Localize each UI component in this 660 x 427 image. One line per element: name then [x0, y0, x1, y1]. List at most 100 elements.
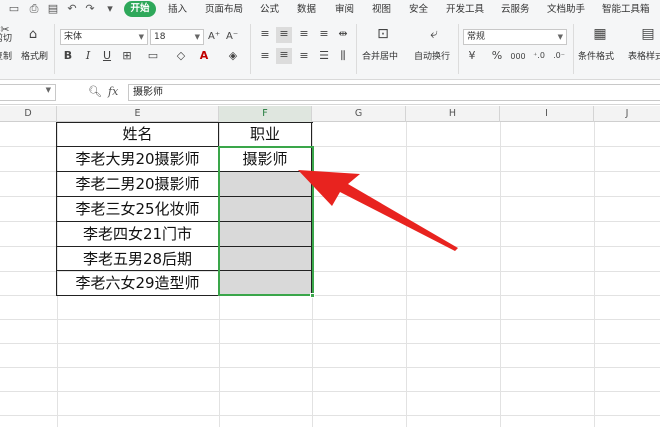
chevron-down-icon: ▼	[557, 33, 563, 41]
name-cell[interactable]: 李老三女25化妆师	[57, 197, 219, 222]
format-painter-icon[interactable]: ⌂	[26, 28, 40, 42]
fill-handle[interactable]	[310, 293, 315, 298]
tab-data[interactable]: 数据	[297, 3, 316, 16]
merge-center-button[interactable]: 合并居中	[362, 52, 398, 63]
tab-view[interactable]: 视图	[372, 3, 391, 16]
tab-developer[interactable]: 开发工具	[446, 3, 484, 16]
chevron-down-icon: ▼	[45, 86, 51, 94]
tab-doc-assistant[interactable]: 文档助手	[547, 3, 585, 16]
percent-button[interactable]: %	[491, 49, 503, 63]
cut-label[interactable]: 剪切	[0, 34, 12, 45]
save-icon[interactable]: ▭	[8, 3, 20, 15]
align-text-left-icon[interactable]: ≡	[258, 49, 272, 63]
print-icon[interactable]: ⎙	[28, 3, 40, 15]
column-header-j[interactable]: J	[594, 106, 660, 122]
column-header-d[interactable]: D	[0, 106, 57, 122]
name-cell[interactable]: 李老大男20摄影师	[57, 147, 219, 172]
font-size-value: 18	[154, 32, 166, 42]
gridline	[0, 415, 660, 416]
worksheet-grid[interactable]: 姓名 职业 李老大男20摄影师 摄影师 李老二男20摄影师 李老三女25化妆师 …	[0, 122, 660, 427]
merge-cells-icon[interactable]: ⊡	[373, 27, 393, 41]
annotation-arrow	[298, 170, 458, 251]
align-middle-icon[interactable]: ≡	[276, 27, 292, 43]
column-headers: D E F G H I J	[0, 106, 660, 122]
column-header-h[interactable]: H	[406, 106, 500, 122]
table-style-icon[interactable]: ▤	[638, 27, 658, 41]
clear-format-icon[interactable]: ◈	[226, 49, 240, 63]
underline-button[interactable]: U	[101, 49, 113, 63]
ribbon-toolbar: ✂ 剪切 复制 ⌂ 格式刷 宋体 ▼ 18 ▼ A⁺ A⁻ B I U ⊞ ▭ …	[0, 19, 660, 80]
wrap-text-button[interactable]: 自动换行	[414, 52, 450, 63]
font-name-select[interactable]: 宋体 ▼	[60, 29, 148, 45]
tab-security[interactable]: 安全	[409, 3, 428, 16]
tab-cloud[interactable]: 云服务	[501, 3, 530, 16]
gridline	[594, 122, 595, 427]
redo-icon[interactable]: ↷	[84, 3, 96, 15]
font-color-button[interactable]: A	[198, 49, 210, 63]
format-painter-button[interactable]: 格式刷	[21, 52, 48, 63]
fill-color-icon[interactable]: ▭	[146, 49, 160, 63]
border-icon[interactable]: ⊞	[121, 49, 133, 63]
distribute-icon[interactable]: ⫼	[336, 49, 350, 63]
chevron-down-icon: ▼	[138, 33, 144, 41]
tab-formulas[interactable]: 公式	[260, 3, 279, 16]
header-cell-name[interactable]: 姓名	[57, 122, 219, 147]
menu-bar: ▭ ⎙ ▤ ↶ ↷ ▾ 开始 插入 页面布局 公式 数据 审阅 视图 安全 开发…	[0, 0, 660, 19]
tab-home[interactable]: 开始	[124, 1, 156, 17]
gridline	[0, 319, 660, 320]
tab-review[interactable]: 审阅	[335, 3, 354, 16]
dropdown-icon[interactable]: ▾	[104, 3, 116, 15]
name-box[interactable]: ▼	[0, 84, 56, 101]
formula-input[interactable]: 摄影师	[128, 84, 660, 101]
align-center-icon[interactable]: ≡	[276, 48, 292, 64]
zoom-search-icon[interactable]: 🔍︎	[88, 85, 102, 98]
conditional-format-icon[interactable]: ▦	[590, 27, 610, 41]
name-cell[interactable]: 李老二男20摄影师	[57, 172, 219, 197]
highlight-icon[interactable]: ◇	[174, 49, 188, 63]
wrap-text-icon[interactable]: ⤶	[424, 27, 444, 41]
justify-icon[interactable]: ☰	[317, 49, 331, 63]
tab-page-layout[interactable]: 页面布局	[205, 3, 243, 16]
formula-bar: ▼ 🔍︎ fx 摄影师	[0, 80, 660, 105]
column-header-e[interactable]: E	[57, 106, 219, 122]
column-header-f[interactable]: F	[219, 106, 312, 122]
conditional-format-button[interactable]: 条件格式	[578, 52, 614, 63]
undo-icon[interactable]: ↶	[66, 3, 78, 15]
copy-label[interactable]: 复制	[0, 52, 12, 63]
number-format-select[interactable]: 常规 ▼	[463, 29, 567, 45]
table-border-top	[56, 122, 313, 123]
thousands-button[interactable]: 000	[509, 50, 527, 64]
divider	[250, 24, 251, 74]
name-cell[interactable]: 李老四女21门市	[57, 222, 219, 247]
decrease-font-icon[interactable]: A⁻	[226, 30, 238, 44]
table-style-button[interactable]: 表格样式	[628, 52, 660, 63]
align-bottom-icon[interactable]: ≡	[297, 27, 311, 41]
name-cell[interactable]: 李老五男28后期	[57, 247, 219, 271]
align-text-right-icon[interactable]: ≡	[297, 49, 311, 63]
header-cell-job[interactable]: 职业	[219, 122, 312, 147]
divider	[54, 24, 55, 74]
align-left-icon[interactable]: ≡	[317, 27, 331, 41]
print-preview-icon[interactable]: ▤	[47, 3, 59, 15]
increase-decimal-icon[interactable]: ⁺.0	[532, 49, 546, 63]
column-header-g[interactable]: G	[312, 106, 406, 122]
divider	[356, 24, 357, 74]
font-size-select[interactable]: 18 ▼	[150, 29, 204, 45]
name-cell[interactable]: 李老六女29造型师	[57, 271, 219, 296]
number-format-value: 常规	[467, 32, 486, 42]
currency-button[interactable]: ¥	[466, 49, 478, 63]
arrow-shape	[298, 170, 458, 251]
increase-font-icon[interactable]: A⁺	[208, 30, 220, 44]
tab-insert[interactable]: 插入	[168, 3, 187, 16]
align-top-icon[interactable]: ≡	[258, 27, 272, 41]
font-name-value: 宋体	[64, 32, 83, 42]
gridline	[500, 122, 501, 427]
column-header-i[interactable]: I	[500, 106, 594, 122]
gridline	[0, 391, 660, 392]
decrease-decimal-icon[interactable]: .0⁻	[552, 49, 566, 63]
tab-smart-toolbox[interactable]: 智能工具箱	[602, 3, 650, 16]
fx-button[interactable]: fx	[108, 85, 118, 98]
italic-button[interactable]: I	[82, 49, 94, 63]
align-justify-icon[interactable]: ⇹	[336, 27, 350, 41]
bold-button[interactable]: B	[62, 49, 74, 63]
